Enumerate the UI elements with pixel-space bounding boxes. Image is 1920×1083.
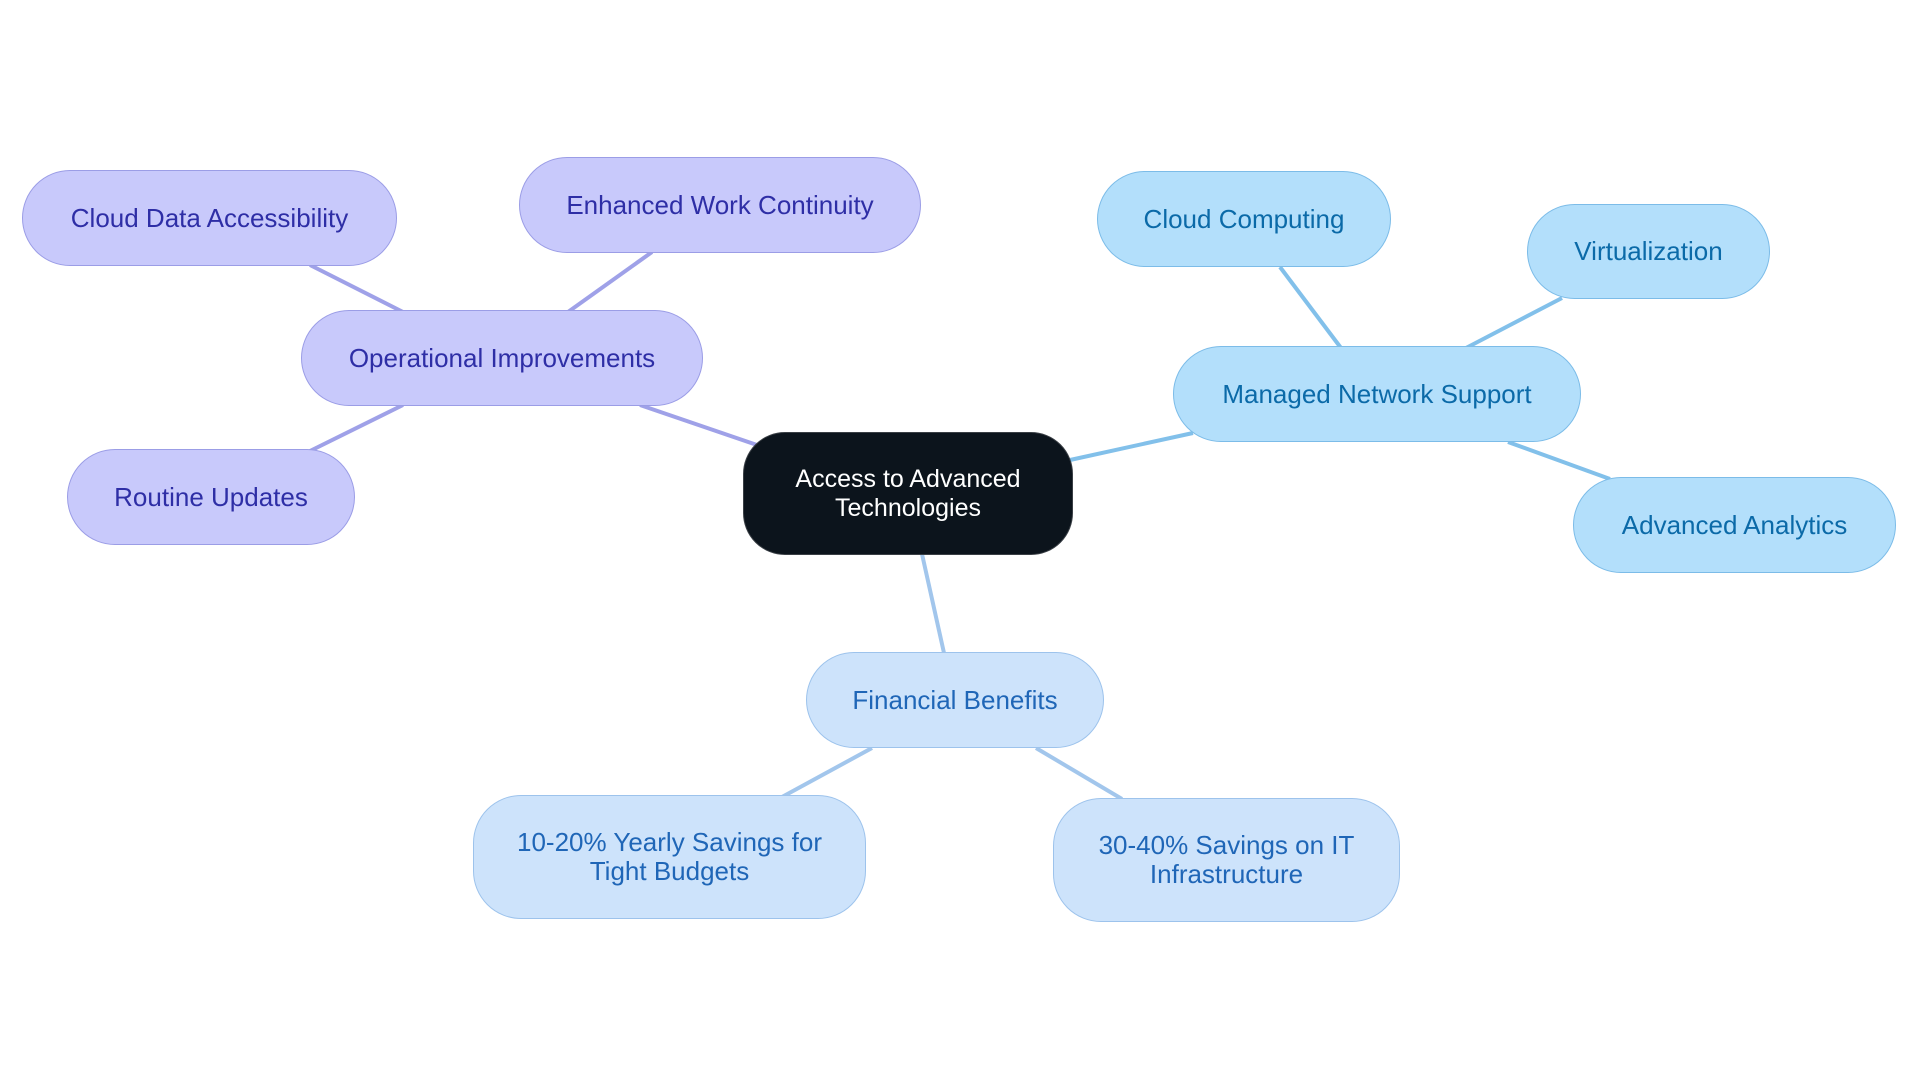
node-label: Financial Benefits xyxy=(852,684,1058,715)
node-label: Advanced Analytics xyxy=(1621,509,1848,540)
edge-root-fin xyxy=(920,553,946,654)
edge-ops-ewc xyxy=(566,250,654,314)
edge-root-mns xyxy=(1069,431,1194,462)
node-label: Enhanced Work Continuity xyxy=(566,189,874,220)
edge-ops-ru xyxy=(309,403,404,453)
node-label: Routine Updates xyxy=(114,481,308,512)
edge-fin-s3040 xyxy=(1034,746,1124,801)
node-enhanced-work-continuity[interactable]: Enhanced Work Continuity xyxy=(519,157,921,253)
node-label: Virtualization xyxy=(1574,236,1723,266)
edge-fin-s1020 xyxy=(781,746,873,799)
node-yearly-savings[interactable]: 10-20% Yearly Savings for Tight Budgets xyxy=(473,795,866,919)
root-label: Access to Advanced Technologies xyxy=(795,464,1021,522)
root-node[interactable]: Access to Advanced Technologies xyxy=(743,432,1073,555)
node-advanced-analytics[interactable]: Advanced Analytics xyxy=(1573,477,1896,573)
node-label: 10-20% Yearly Savings for Tight Budgets xyxy=(517,827,822,886)
edge-mns-cc xyxy=(1278,265,1343,350)
node-label: Managed Network Support xyxy=(1222,378,1532,409)
node-operational-improvements[interactable]: Operational Improvements xyxy=(301,310,703,406)
node-cloud-computing[interactable]: Cloud Computing xyxy=(1097,171,1391,267)
node-financial-benefits[interactable]: Financial Benefits xyxy=(806,652,1104,748)
edge-mns-aa xyxy=(1507,440,1611,481)
node-label: Cloud Computing xyxy=(1143,203,1345,234)
edge-ops-cda xyxy=(309,263,404,314)
node-cloud-data-accessibility[interactable]: Cloud Data Accessibility xyxy=(22,170,397,266)
node-managed-network-support[interactable]: Managed Network Support xyxy=(1173,346,1581,442)
node-routine-updates[interactable]: Routine Updates xyxy=(67,449,355,545)
node-label: Operational Improvements xyxy=(348,342,656,373)
edge-root-ops xyxy=(639,403,758,447)
node-virtualization[interactable]: Virtualization xyxy=(1527,204,1770,299)
node-it-infrastructure-savings[interactable]: 30-40% Savings on IT Infrastructure xyxy=(1053,798,1400,922)
edge-mns-virt xyxy=(1465,296,1563,350)
node-label: Cloud Data Accessibility xyxy=(70,202,349,233)
node-label: 30-40% Savings on IT Infrastructure xyxy=(1098,830,1355,889)
